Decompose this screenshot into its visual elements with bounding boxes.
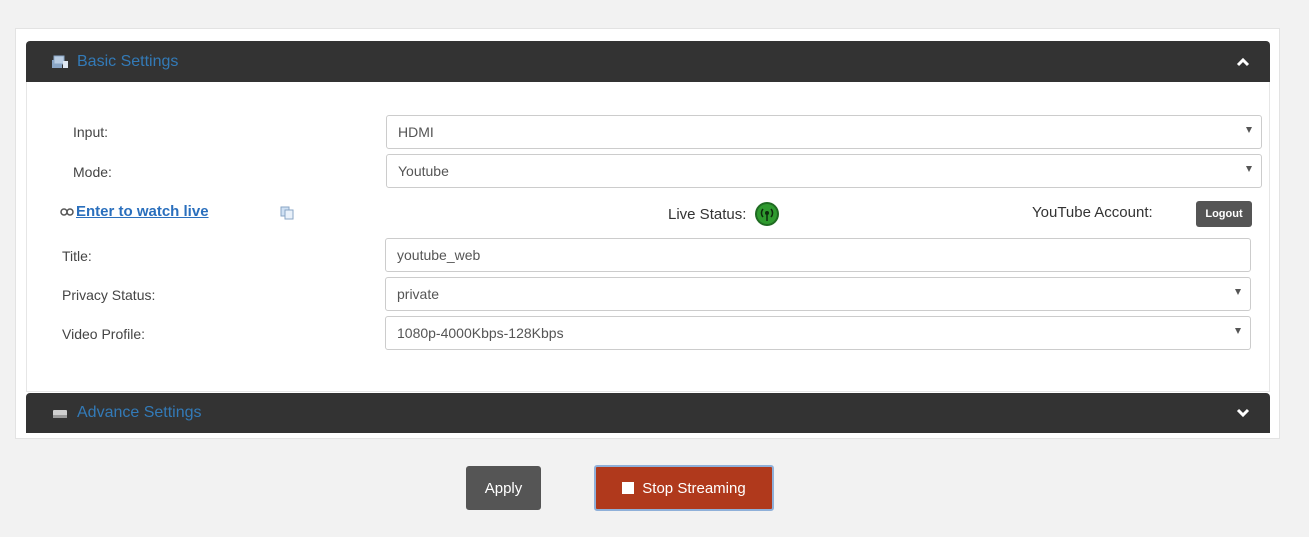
video-profile-value: 1080p-4000Kbps-128Kbps: [397, 325, 564, 341]
chevron-down-icon[interactable]: [1236, 393, 1250, 433]
video-profile-select[interactable]: 1080p-4000Kbps-128Kbps: [385, 316, 1251, 350]
drive-icon: [52, 406, 68, 420]
dropdown-caret-icon: [1235, 289, 1241, 295]
advance-settings-title: Advance Settings: [77, 404, 202, 421]
mode-select[interactable]: Youtube: [386, 154, 1262, 188]
input-select[interactable]: HDMI: [386, 115, 1262, 149]
input-label: Input:: [73, 124, 109, 140]
title-input-value: youtube_web: [397, 247, 481, 263]
mode-select-value: Youtube: [398, 163, 449, 179]
live-status-label: Live Status:: [668, 205, 747, 223]
mode-label: Mode:: [73, 164, 112, 180]
advance-settings-header[interactable]: Advance Settings: [26, 393, 1270, 433]
settings-panel-icon: [52, 55, 68, 69]
basic-settings-title: Basic Settings: [77, 52, 179, 70]
live-status: Live Status:: [668, 201, 780, 227]
input-select-value: HDMI: [398, 124, 434, 140]
stop-streaming-button[interactable]: Stop Streaming: [594, 465, 774, 511]
broadcast-icon: [754, 201, 780, 227]
dropdown-caret-icon: [1235, 328, 1241, 334]
watch-live-link[interactable]: Enter to watch live: [60, 203, 209, 220]
apply-button[interactable]: Apply: [466, 466, 541, 510]
title-input[interactable]: youtube_web: [385, 238, 1251, 272]
title-label: Title:: [62, 248, 92, 264]
video-profile-label: Video Profile:: [62, 326, 146, 342]
privacy-status-value: private: [397, 286, 440, 302]
copy-icon[interactable]: [280, 206, 294, 220]
dropdown-caret-icon: [1246, 127, 1252, 133]
privacy-status-select[interactable]: private: [385, 277, 1251, 311]
stop-streaming-label: Stop Streaming: [642, 479, 746, 497]
stop-icon: [622, 482, 635, 494]
dropdown-caret-icon: [1246, 166, 1252, 172]
basic-settings-header[interactable]: Basic Settings: [26, 41, 1270, 82]
privacy-status-label: Privacy Status:: [62, 287, 156, 303]
chevron-up-icon[interactable]: [1236, 41, 1250, 82]
logout-button[interactable]: Logout: [1196, 201, 1252, 227]
watch-live-text[interactable]: Enter to watch live: [76, 203, 209, 220]
settings-card: Basic Settings Input: HDMI Mode: Youtube…: [15, 28, 1280, 439]
youtube-account-label: YouTube Account:: [1032, 204, 1153, 221]
link-icon: [60, 207, 74, 216]
